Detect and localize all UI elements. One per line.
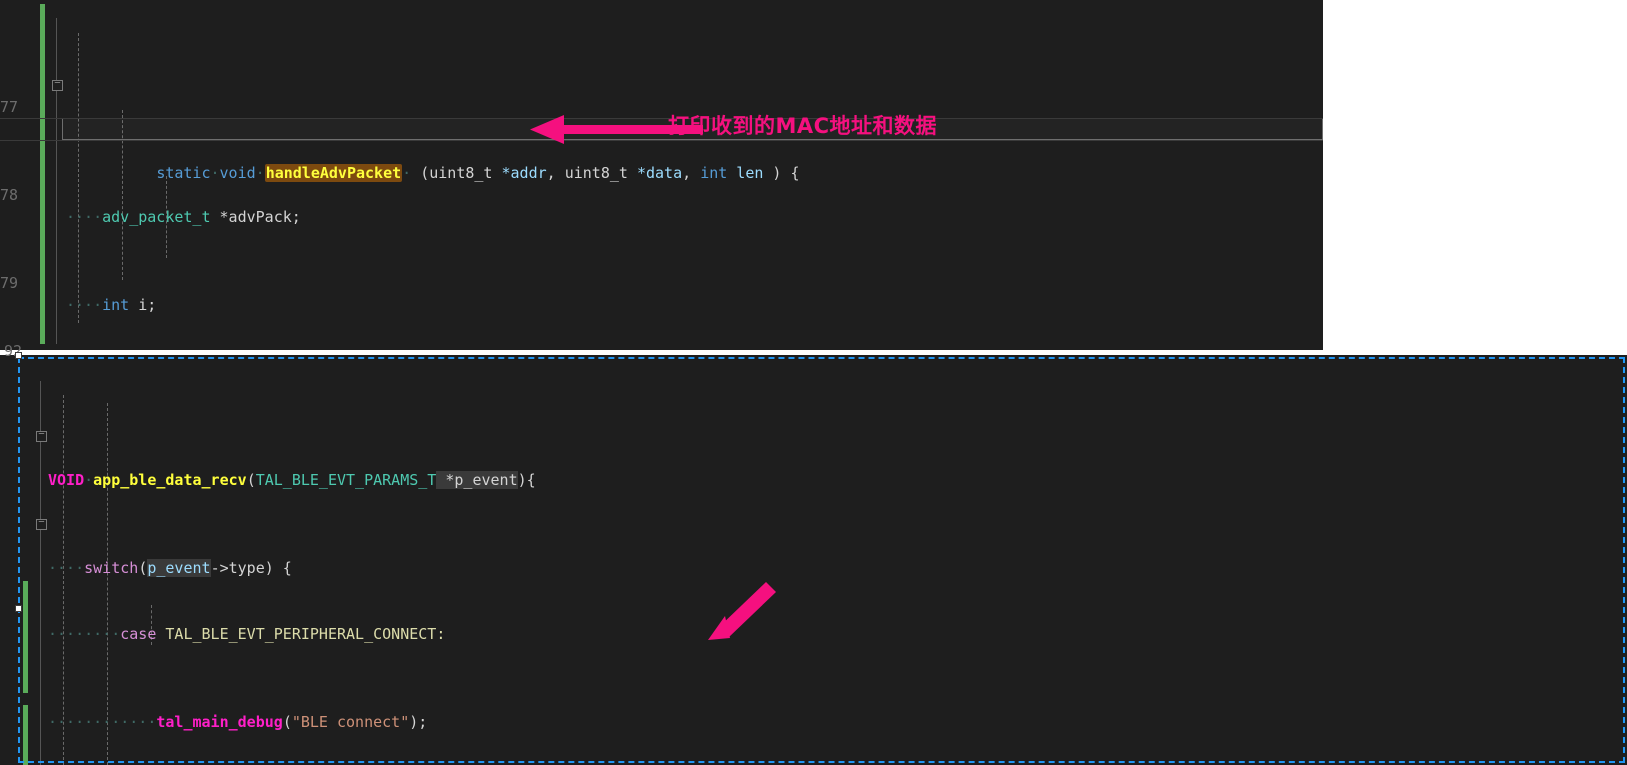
top-code-text[interactable]: 77 static·void·handleAdvPacket· (uint8_t… bbox=[0, 8, 800, 350]
tok-type: adv_packet_t bbox=[102, 208, 211, 226]
tok-open: ( bbox=[282, 713, 292, 731]
code-line-79[interactable]: 79 ····int i; bbox=[0, 250, 156, 314]
call-tal-main-debug[interactable]: tal_main_debug bbox=[156, 713, 282, 731]
tok-open: ( bbox=[138, 559, 148, 577]
tok-tail: ) { bbox=[763, 164, 800, 182]
bottom-annotation-arrow bbox=[708, 582, 776, 640]
fn-app-ble-data-recv[interactable]: app_ble_data_recv bbox=[93, 471, 247, 489]
tok-static: static bbox=[156, 164, 211, 182]
bottom-code-text[interactable]: VOID·app_ble_data_recv(TAL_BLE_EVT_PARAM… bbox=[0, 359, 536, 765]
tok-rest: *advPack; bbox=[210, 208, 301, 226]
tok-p-event: p_event bbox=[147, 559, 211, 577]
tok-close: ); bbox=[409, 713, 428, 731]
tok-len: len bbox=[727, 164, 764, 182]
tok-params-open: (uint8_t bbox=[411, 164, 502, 182]
line-number: 77 bbox=[0, 98, 19, 116]
tok-rest: i; bbox=[129, 296, 157, 314]
fold-toggle-icon[interactable] bbox=[36, 431, 47, 442]
fold-toggle-icon[interactable] bbox=[52, 80, 63, 91]
code-line-b3[interactable]: ········case TAL_BLE_EVT_PERIPHERAL_CONN… bbox=[0, 601, 445, 643]
top-code-pane[interactable]: 77 static·void·handleAdvPacket· (uint8_t… bbox=[0, 0, 1323, 350]
tok-int: int bbox=[102, 296, 130, 314]
selection-handle-topleft[interactable] bbox=[15, 352, 22, 359]
tok-comma2: , bbox=[682, 164, 701, 182]
symbol-handleAdvPacket[interactable]: handleAdvPacket bbox=[264, 164, 403, 182]
tok-addr: *addr bbox=[501, 164, 547, 182]
tok-comma1: , bbox=[546, 164, 565, 182]
tok-uint8b: uint8_t bbox=[564, 164, 637, 182]
tok-close: ){ bbox=[517, 471, 536, 489]
tok-type: TAL_BLE_EVT_PARAMS_T bbox=[255, 471, 437, 489]
tok-int: int bbox=[700, 164, 728, 182]
tok-switch: switch bbox=[84, 559, 139, 577]
line-number: 79 bbox=[0, 274, 19, 292]
tok-rest: ->type) { bbox=[210, 559, 292, 577]
code-line-b4[interactable]: ············tal_main_debug("BLE connect"… bbox=[0, 689, 427, 731]
tok-arg: *p_event bbox=[436, 471, 518, 489]
tok-void-macro: VOID bbox=[48, 471, 85, 489]
annotation-text-top: 打印收到的MAC地址和数据 bbox=[668, 114, 938, 138]
code-line-b2[interactable]: ····switch(p_event->type) { bbox=[0, 513, 292, 577]
code-line-78[interactable]: 78 ····adv_packet_t *advPack; bbox=[0, 162, 301, 226]
tok-void: void bbox=[219, 164, 256, 182]
screenshot-root: 77 static·void·handleAdvPacket· (uint8_t… bbox=[0, 0, 1627, 765]
tok-data: *data bbox=[636, 164, 683, 182]
selection-handle-left[interactable] bbox=[15, 605, 22, 612]
tok-open: ( bbox=[246, 471, 256, 489]
code-line-b1[interactable]: VOID·app_ble_data_recv(TAL_BLE_EVT_PARAM… bbox=[0, 425, 536, 489]
const-peripheral-connect: TAL_BLE_EVT_PERIPHERAL_CONNECT: bbox=[156, 625, 446, 643]
bottom-code-pane[interactable]: VOID·app_ble_data_recv(TAL_BLE_EVT_PARAM… bbox=[0, 355, 1627, 765]
code-line-77[interactable]: 77 static·void·handleAdvPacket· (uint8_t… bbox=[0, 74, 800, 182]
string-literal: "BLE connect" bbox=[291, 713, 410, 731]
line-number: 78 bbox=[0, 186, 19, 204]
fold-toggle-icon[interactable] bbox=[36, 519, 47, 530]
tok-case: case bbox=[120, 625, 157, 643]
